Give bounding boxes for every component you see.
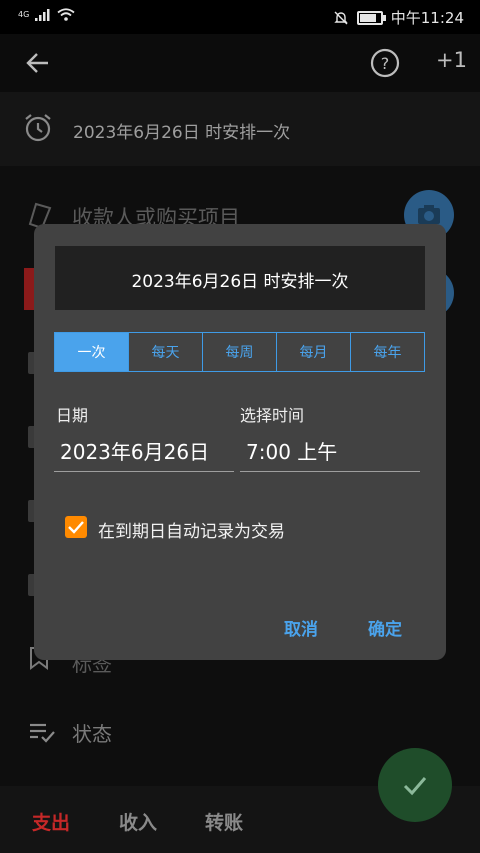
dialog-title: 2023年6月26日 时安排一次 (131, 272, 349, 292)
help-icon[interactable]: ? (368, 46, 402, 80)
toolbar: ? +1 (0, 34, 480, 92)
auto-record-label[interactable]: 在到期日自动记录为交易 (98, 517, 285, 542)
plus-one-button[interactable]: +1 (436, 48, 467, 72)
signal-icon (35, 8, 50, 21)
schedule-row[interactable]: 2023年6月26日 时安排一次 (0, 92, 480, 166)
clock: 中午11:24 (390, 9, 464, 27)
checklist-icon (30, 723, 55, 743)
recurrence-option-once[interactable]: 一次 (55, 333, 128, 371)
status-field[interactable]: 状态 (72, 718, 112, 747)
battery-icon (356, 10, 386, 25)
cancel-button[interactable]: 取消 (284, 615, 318, 640)
svg-text:?: ? (381, 54, 390, 73)
check-icon (68, 521, 84, 534)
confirm-button[interactable]: 确定 (368, 615, 402, 640)
back-arrow-icon[interactable] (22, 46, 56, 80)
time-field[interactable]: 7:00 上午 (240, 436, 420, 472)
recurrence-option-weekly[interactable]: 每周 (202, 333, 276, 371)
dialog-header: 2023年6月26日 时安排一次 (55, 246, 425, 310)
network-type: 4G (18, 10, 30, 19)
recurrence-option-monthly[interactable]: 每月 (276, 333, 350, 371)
status-left: 4G (18, 8, 75, 21)
date-label: 日期 (56, 406, 89, 425)
checkmark-icon (403, 777, 427, 796)
status-right: 中午11:24 (333, 7, 464, 28)
auto-record-checkbox[interactable] (65, 516, 87, 538)
save-fab-button[interactable] (378, 748, 452, 822)
recurrence-option-daily[interactable]: 每天 (128, 333, 202, 371)
schedule-dialog: 2023年6月26日 时安排一次 一次 每天 每周 每月 每年 日期 选择时间 … (34, 224, 446, 660)
date-field[interactable]: 2023年6月26日 (54, 436, 234, 472)
wifi-icon (57, 8, 75, 21)
time-label: 选择时间 (240, 406, 305, 425)
alarm-clock-icon (25, 114, 51, 142)
schedule-text: 2023年6月26日 时安排一次 (73, 123, 291, 143)
recurrence-option-yearly[interactable]: 每年 (350, 333, 424, 371)
mute-bell-icon (334, 11, 348, 24)
recurrence-selector: 一次 每天 每周 每月 每年 (54, 332, 425, 372)
tab-transfer[interactable]: 转账 (205, 808, 243, 835)
tab-income[interactable]: 收入 (119, 808, 157, 835)
status-bar: 4G 中午11:24 (0, 0, 480, 34)
tab-expense[interactable]: 支出 (32, 808, 70, 835)
expense-indicator (24, 268, 34, 310)
